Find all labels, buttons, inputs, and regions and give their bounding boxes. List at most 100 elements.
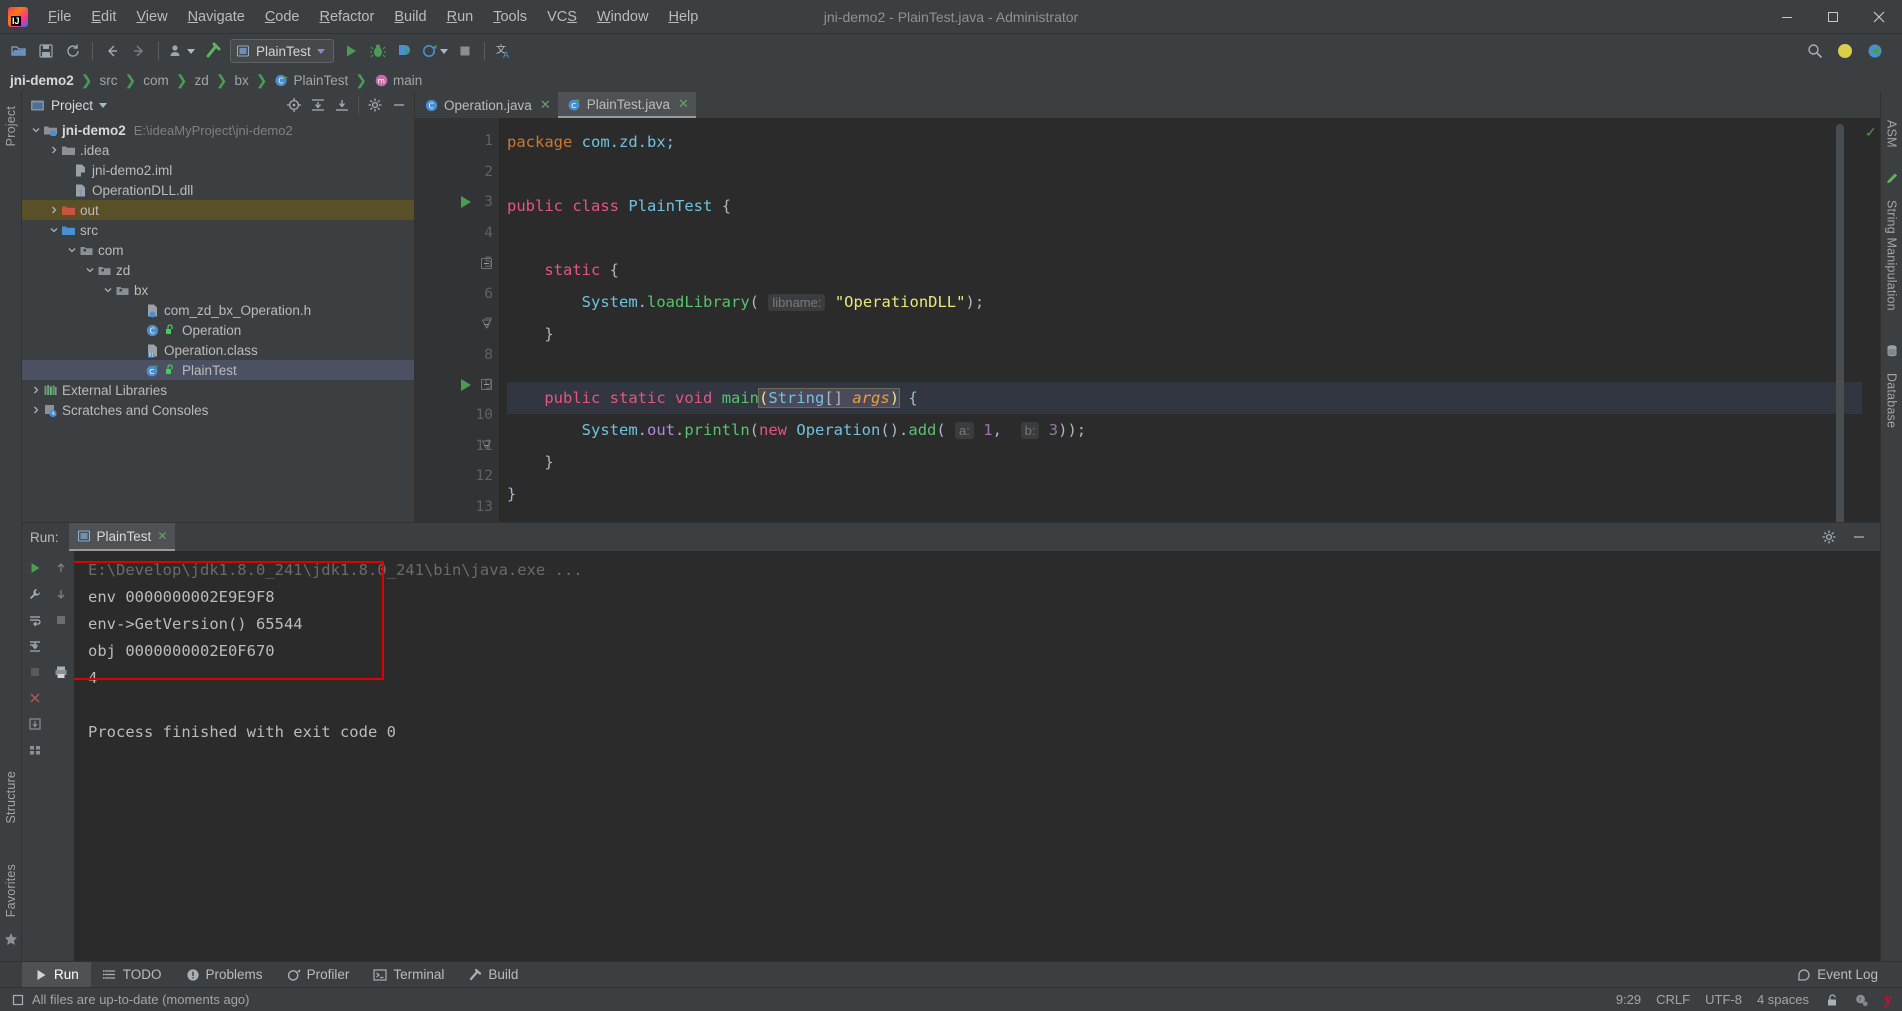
run-configuration-selector[interactable]: PlainTest [230,39,334,63]
wrench-icon[interactable] [22,581,48,607]
maximize-button[interactable] [1810,0,1856,34]
open-folder-icon[interactable] [6,38,32,64]
forward-arrow-icon[interactable] [126,38,152,64]
soft-wrap-icon[interactable] [22,607,48,633]
tool-window-database[interactable]: Database [1885,367,1899,434]
stop-icon[interactable] [48,607,74,633]
run-tab-plaintest[interactable]: PlainTest ✕ [68,523,176,551]
menu-edit[interactable]: Edit [81,5,126,29]
breadcrumb-item-plaintest[interactable]: C PlainTest [272,73,350,88]
menu-view[interactable]: View [126,5,177,29]
tree-row-dll[interactable]: ? OperationDLL.dll [22,180,414,200]
tree-row-operation-classfile[interactable]: 01 Operation.class [22,340,414,360]
breadcrumb-item-src[interactable]: src [98,73,120,88]
menu-build[interactable]: Build [384,5,436,29]
editor-scrollbar[interactable] [1836,124,1844,522]
close-icon[interactable]: ✕ [157,529,167,543]
tree-row-iml[interactable]: jni-demo2.iml [22,160,414,180]
settings-gear-icon[interactable] [1862,38,1888,64]
close-icon[interactable]: ✕ [540,97,551,113]
profile-user-icon[interactable] [165,38,199,64]
tab-operation-java[interactable]: C Operation.java ✕ [415,92,558,118]
search-icon[interactable] [1802,38,1828,64]
close-icon[interactable]: ✕ [678,96,689,112]
fold-end-icon[interactable] [481,440,492,451]
tool-window-favorites[interactable]: Favorites [4,858,18,923]
clear-all-icon[interactable] [22,685,48,711]
breadcrumb-item-bx[interactable]: bx [232,73,250,88]
updates-icon[interactable] [1832,38,1858,64]
menu-window[interactable]: Window [587,5,659,29]
sync-icon[interactable] [60,38,86,64]
tree-row-header-file[interactable]: com_zd_bx_Operation.h [22,300,414,320]
breadcrumb-item-com[interactable]: com [141,73,171,88]
menu-tools[interactable]: Tools [483,5,537,29]
code-editor[interactable]: 1 2 3 4 5 6 7 8 9 10 11 12 13 package co… [415,118,1880,522]
chevron-down-icon[interactable] [48,224,60,236]
tree-row-idea[interactable]: .idea [22,140,414,160]
settings-gear-icon[interactable] [1816,524,1842,550]
tool-window-asm[interactable]: ASM [1885,114,1899,154]
tree-row-operation-class[interactable]: C Operation [22,320,414,340]
expand-all-icon[interactable] [307,94,329,116]
save-all-icon[interactable] [33,38,59,64]
menu-vcs[interactable]: VCS [537,5,587,29]
indent-setting[interactable]: 4 spaces [1757,992,1809,1007]
menu-navigate[interactable]: Navigate [178,5,255,29]
fold-collapse-icon[interactable] [481,257,492,269]
tree-row-plaintest[interactable]: C PlainTest [22,360,414,380]
rerun-icon[interactable] [22,555,48,581]
menu-code[interactable]: Code [255,5,310,29]
editor-gutter[interactable]: 1 2 3 4 5 6 7 8 9 10 11 12 13 [415,118,499,522]
run-icon[interactable] [338,38,364,64]
tool-window-project[interactable]: Project [4,100,18,152]
chevron-right-icon[interactable] [48,204,60,216]
tree-row-bx[interactable]: bx [22,280,414,300]
tree-row-zd[interactable]: zd [22,260,414,280]
back-arrow-icon[interactable] [99,38,125,64]
tree-row-jni-demo2[interactable]: jni-demo2 E:\ideaMyProject\jni-demo2 [22,120,414,140]
favorites-star-icon[interactable] [3,931,19,947]
caret-position[interactable]: 9:29 [1616,992,1641,1007]
tool-window-string-manipulation[interactable]: String Manipulation [1885,194,1899,317]
tool-window-button-profiler[interactable]: Profiler [275,962,362,987]
collapse-all-icon[interactable] [331,94,353,116]
build-hammer-icon[interactable] [200,38,226,64]
chevron-down-icon[interactable] [30,124,42,136]
chevron-down-icon[interactable] [102,284,114,296]
settings-gear-icon[interactable] [364,94,386,116]
debug-icon[interactable] [365,38,391,64]
chevron-down-icon[interactable] [66,244,78,256]
menu-refactor[interactable]: Refactor [310,5,385,29]
stop-icon[interactable] [452,38,478,64]
dimmed-stop-icon[interactable] [22,659,48,685]
tool-window-button-run[interactable]: Run [22,962,91,987]
hide-panel-icon[interactable] [1846,524,1872,550]
close-button[interactable] [1856,0,1902,34]
tool-window-button-problems[interactable]: Problems [174,962,275,987]
run-method-gutter-icon[interactable] [461,378,471,391]
inspection-ok-icon[interactable]: ✓ [1865,124,1877,141]
tree-row-scratches[interactable]: Scratches and Consoles [22,400,414,420]
console-output[interactable]: E:\Develop\jdk1.8.0_241\jdk1.8.0_241\bin… [74,551,1880,961]
fold-collapse-icon[interactable] [481,379,492,391]
export-icon[interactable] [22,711,48,737]
grid-icon[interactable] [22,737,48,763]
tool-window-button-todo[interactable]: TODO [91,962,174,987]
tree-row-src[interactable]: src [22,220,414,240]
scroll-down-icon[interactable] [48,581,74,607]
tree-row-out[interactable]: out [22,200,414,220]
breadcrumb-item-main[interactable]: m main [372,73,424,88]
chevron-right-icon[interactable] [48,144,60,156]
file-encoding[interactable]: UTF-8 [1705,992,1742,1007]
fold-end-icon[interactable] [481,319,492,330]
code-text-area[interactable]: package com.zd.bx; public class PlainTes… [499,118,1862,522]
profiler-icon[interactable] [419,38,451,64]
menu-run[interactable]: Run [437,5,484,29]
line-separator[interactable]: CRLF [1656,992,1690,1007]
tool-window-structure[interactable]: Structure [4,765,18,830]
locate-icon[interactable] [283,94,305,116]
chevron-down-icon[interactable] [84,264,96,276]
chevron-right-icon[interactable] [30,384,42,396]
run-with-coverage-icon[interactable] [392,38,418,64]
